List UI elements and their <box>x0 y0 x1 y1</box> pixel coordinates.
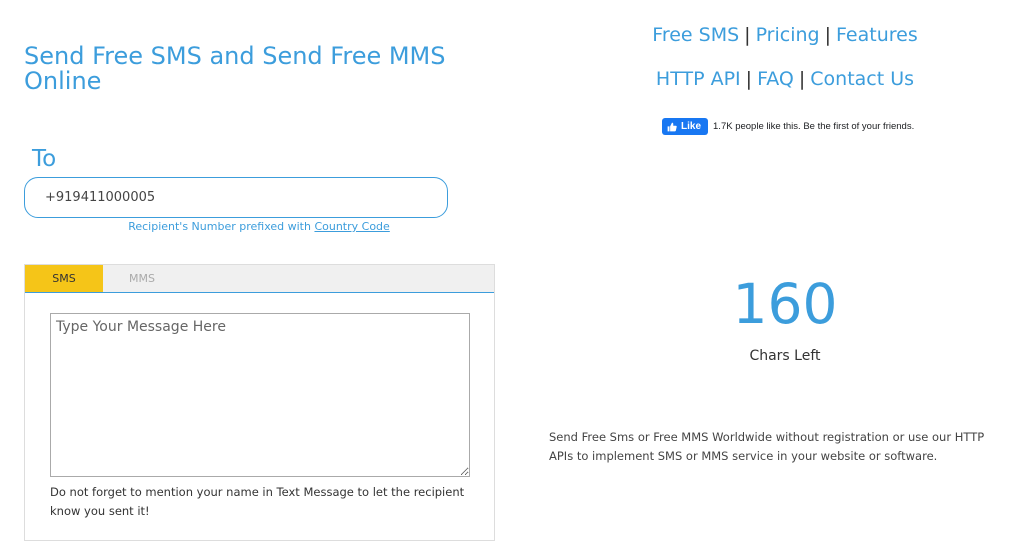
country-code-link[interactable]: Country Code <box>314 220 389 233</box>
nav-link-faq[interactable]: FAQ <box>757 68 794 90</box>
recipient-hint-text: Recipient's Number prefixed with <box>128 220 311 233</box>
thumbs-up-icon <box>667 122 677 131</box>
chars-left-label: Chars Left <box>749 348 821 364</box>
recipient-number-input[interactable] <box>24 177 448 218</box>
nav-row-primary: Free SMS | Pricing | Features <box>560 20 1010 64</box>
recipient-hint: Recipient's Number prefixed with Country… <box>24 220 494 233</box>
nav-link-features[interactable]: Features <box>836 24 918 46</box>
nav-link-contact-us[interactable]: Contact Us <box>810 68 914 90</box>
facebook-like-widget: Like 1.7K people like this. Be the first… <box>662 118 914 135</box>
facebook-like-button[interactable]: Like <box>662 118 709 135</box>
service-description: Send Free Sms or Free MMS Worldwide with… <box>549 430 985 463</box>
to-label: To <box>32 146 57 172</box>
tab-sms[interactable]: SMS <box>25 265 103 292</box>
nav-separator: | <box>745 68 753 90</box>
chars-left-count: 160 <box>732 272 838 336</box>
nav-link-http-api[interactable]: HTTP API <box>656 68 741 90</box>
nav-separator: | <box>824 24 832 46</box>
site-title: Send Free SMS and Send Free MMS Online <box>24 42 446 95</box>
message-textarea[interactable] <box>50 313 470 477</box>
tab-bar: SMS MMS <box>25 265 494 293</box>
message-note: Do not forget to mention your name in Te… <box>50 485 465 518</box>
nav-link-free-sms[interactable]: Free SMS <box>652 24 739 46</box>
tab-mms[interactable]: MMS <box>103 265 181 292</box>
top-nav: Free SMS | Pricing | Features HTTP API | FAQ | C… <box>560 20 1010 108</box>
facebook-like-label: Like <box>681 121 702 132</box>
nav-row-secondary: HTTP API | FAQ | Contact Us <box>560 64 1010 108</box>
nav-separator: | <box>744 24 751 46</box>
message-tab-panel: SMS MMS Do not forget to mention your na… <box>24 264 495 541</box>
facebook-social-text: 1.7K people like this. Be the first of y… <box>713 121 915 132</box>
nav-link-pricing[interactable]: Pricing <box>756 24 820 46</box>
nav-separator: | <box>798 68 806 90</box>
